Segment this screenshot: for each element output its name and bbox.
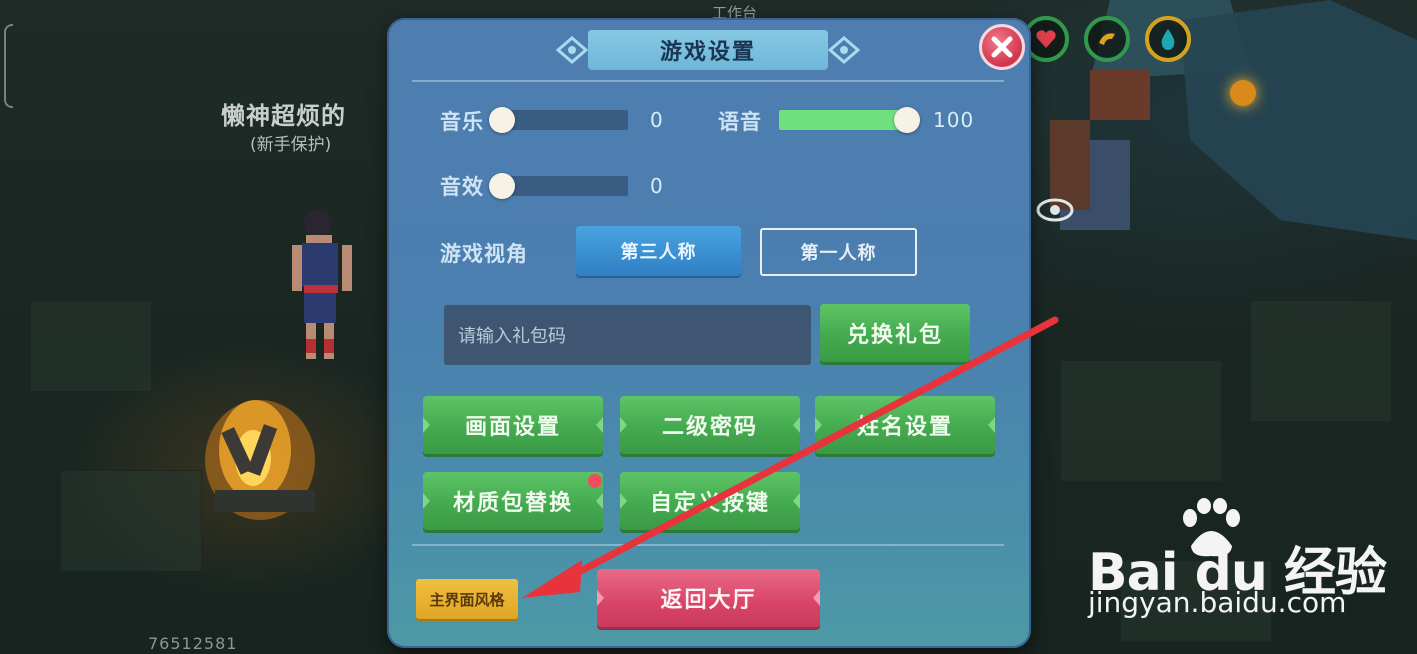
water-icon (1145, 16, 1191, 62)
lantern-icon (1230, 80, 1256, 106)
notification-dot (588, 474, 602, 488)
second-password-button[interactable]: 二级密码 (620, 396, 800, 454)
title-ornament-left-icon (556, 36, 588, 64)
name-settings-label: 姓名设置 (856, 415, 953, 440)
custom-keys-label: 自定义按键 (649, 491, 770, 516)
music-value: 0 (650, 108, 664, 132)
gift-code-input[interactable]: 请输入礼包码 (444, 305, 811, 365)
graphics-settings-label: 画面设置 (464, 415, 561, 440)
campfire (205, 400, 315, 520)
dialog-divider-bottom (412, 544, 1004, 546)
player-character (292, 209, 352, 359)
redeem-gift-label: 兑换礼包 (846, 323, 943, 348)
music-slider[interactable] (502, 110, 628, 130)
texture-pack-button[interactable]: 材质包替换 (423, 472, 603, 530)
voice-slider[interactable] (779, 110, 907, 130)
player-protection-status: (新手保护) (250, 135, 332, 155)
dialog-title-ribbon: 游戏设置 (588, 30, 828, 70)
view-label: 游戏视角 (440, 242, 528, 266)
ground-block (1060, 360, 1222, 482)
name-settings-button[interactable]: 姓名设置 (815, 396, 995, 454)
dialog-title: 游戏设置 (659, 40, 756, 65)
voice-slider-knob[interactable] (894, 107, 920, 133)
back-to-lobby-label: 返回大厅 (660, 588, 757, 613)
sfx-value: 0 (650, 174, 664, 198)
close-icon (991, 36, 1013, 58)
graphics-settings-button[interactable]: 画面设置 (423, 396, 603, 454)
third-person-button[interactable]: 第三人称 (576, 226, 741, 276)
back-to-lobby-button[interactable]: 返回大厅 (597, 569, 820, 627)
baidu-jingyan-url: jingyan.baidu.com (1088, 586, 1347, 619)
player-name: 懒神超烦的 (221, 102, 346, 130)
sfx-label: 音效 (440, 175, 484, 199)
close-button[interactable] (979, 24, 1025, 70)
hunger-icon (1084, 16, 1130, 62)
player-id: 76512581 (148, 634, 238, 653)
main-interface-style-button[interactable]: 主界面风格 (416, 579, 518, 619)
custom-keys-button[interactable]: 自定义按键 (620, 472, 800, 530)
texture-pack-label: 材质包替换 (452, 491, 573, 516)
voice-slider-fill (779, 110, 907, 130)
dialog-divider-top (412, 80, 1004, 82)
voice-label: 语音 (718, 110, 762, 134)
first-person-button[interactable]: 第一人称 (760, 228, 917, 276)
voice-value: 100 (933, 108, 975, 132)
music-slider-knob[interactable] (489, 107, 515, 133)
sfx-slider[interactable] (502, 176, 628, 196)
ground-block (30, 300, 152, 392)
redeem-gift-button[interactable]: 兑换礼包 (820, 304, 970, 362)
ground-block (60, 470, 202, 572)
left-edge-handle (4, 24, 13, 108)
title-ornament-right-icon (828, 36, 860, 64)
ground-block (1250, 300, 1392, 422)
music-label: 音乐 (440, 110, 484, 134)
eye-icon (1036, 198, 1074, 222)
second-password-label: 二级密码 (661, 415, 758, 440)
sfx-slider-knob[interactable] (489, 173, 515, 199)
